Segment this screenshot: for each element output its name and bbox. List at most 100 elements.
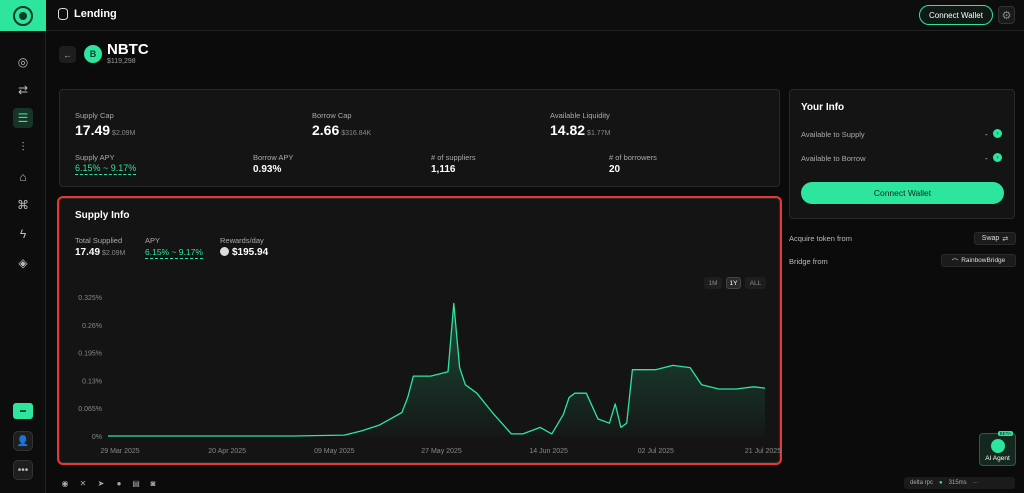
section-title-label: Lending <box>74 8 117 20</box>
user-icon[interactable]: 👤 <box>13 431 33 451</box>
compass-icon[interactable]: ◎ <box>13 52 33 72</box>
swap-button-label: Swap <box>981 235 1000 242</box>
data-point <box>736 388 737 389</box>
y-tick-label: 0.065% <box>78 406 102 413</box>
telegram-icon[interactable]: ➤ <box>96 478 106 488</box>
data-point <box>430 376 431 377</box>
supply-arrow-icon[interactable]: › <box>993 129 1002 138</box>
rainbow-bridge-button[interactable]: ⌒ RainbowBridge <box>941 254 1016 267</box>
data-point <box>718 388 719 389</box>
data-point <box>563 414 564 415</box>
app: Lending Connect Wallet ⚙ ◎ ⇄ ☰ ⫶ ⌂ ⌘ ϟ ◈… <box>0 0 1024 493</box>
rpc-label: delta rpc <box>910 480 934 486</box>
bridge-label: Bridge from <box>789 257 828 266</box>
chat-badge-icon[interactable]: ▬ <box>13 403 33 419</box>
ai-agent-button[interactable]: BETA AI Agent <box>979 431 1016 466</box>
lightning-icon[interactable]: ϟ <box>13 224 33 244</box>
data-point <box>459 367 460 368</box>
rpc-status-dot-icon: ● <box>939 480 943 486</box>
x-tick-label: 21 Jul 2025 <box>745 448 781 455</box>
y-tick-label: 0.13% <box>82 378 102 385</box>
data-point <box>643 369 644 370</box>
borrowers-label: # of borrowers <box>609 153 657 162</box>
available-supply-label: Available to Supply <box>801 130 865 139</box>
supply-cap-usd: $2.09M <box>112 130 136 137</box>
your-info-title: Your Info <box>801 102 845 113</box>
sliders-icon[interactable]: ⫶ <box>13 137 33 157</box>
liquidity-value: 14.82 $1.77M <box>550 122 610 138</box>
data-point <box>234 435 235 436</box>
liquidity-amount: 14.82 <box>550 122 586 138</box>
data-point <box>522 433 523 434</box>
data-point <box>107 435 108 436</box>
data-point <box>551 433 552 434</box>
x-tick-label: 20 Apr 2025 <box>208 448 246 455</box>
chart-icon[interactable]: ⌂ <box>13 167 33 187</box>
data-point <box>476 393 477 394</box>
discord-icon[interactable]: ◉ <box>60 478 70 488</box>
supply-cap-label: Supply Cap <box>75 111 114 120</box>
data-point <box>292 435 293 436</box>
medium-icon[interactable]: ● <box>114 478 124 488</box>
bridge-icon[interactable]: ⌘ <box>13 195 33 215</box>
supply-apy-value[interactable]: 6.15% ~ 9.17% <box>75 163 137 175</box>
x-tick-label: 09 May 2025 <box>314 448 355 455</box>
sidebar: ◎ ⇄ ☰ ⫶ ⌂ ⌘ ϟ ◈ ▬ 👤 ••• <box>0 31 46 493</box>
connect-wallet-button[interactable]: Connect Wallet <box>801 182 1004 204</box>
available-borrow-label: Available to Borrow <box>801 154 866 163</box>
rpc-status[interactable]: delta rpc ● 315ms ··· <box>904 477 1015 489</box>
available-borrow-value: - <box>985 154 988 163</box>
data-point <box>615 403 616 404</box>
data-point <box>390 418 391 419</box>
beta-badge: BETA <box>997 431 1013 436</box>
data-point <box>609 423 610 424</box>
diamond-icon[interactable]: ◈ <box>13 253 33 273</box>
y-tick-label: 0.26% <box>82 323 102 330</box>
rpc-latency: 315ms <box>948 480 967 486</box>
x-tick-label: 29 Mar 2025 <box>100 448 139 455</box>
ai-agent-label: AI Agent <box>985 455 1010 462</box>
swap-button[interactable]: Swap ⇄ <box>974 232 1016 245</box>
data-point <box>407 397 408 398</box>
liquidity-usd: $1.77M <box>587 130 611 137</box>
more-dots-icon[interactable]: ··· <box>973 480 979 486</box>
acquire-label: Acquire token from <box>789 234 852 243</box>
borrow-apy-value: 0.93% <box>253 164 282 175</box>
connect-wallet-top-button[interactable]: Connect Wallet <box>919 5 993 25</box>
x-tick-label: 27 May 2025 <box>421 448 462 455</box>
data-point <box>453 303 454 304</box>
borrow-cap-amount: 2.66 <box>312 122 340 138</box>
more-icon[interactable]: ••• <box>13 460 33 480</box>
x-tick-label: 14 Jun 2025 <box>529 448 568 455</box>
supply-apy-label: Supply APY <box>75 153 115 162</box>
supply-rate-area <box>108 303 765 436</box>
lending-icon[interactable]: ☰ <box>13 108 33 128</box>
data-point <box>568 397 569 398</box>
x-icon[interactable]: ✕ <box>78 478 88 488</box>
settings-button[interactable]: ⚙ <box>998 6 1015 24</box>
data-point <box>689 367 690 368</box>
data-point <box>447 371 448 372</box>
supply-cap-amount: 17.49 <box>75 122 111 138</box>
logo[interactable] <box>0 0 46 31</box>
book-icon[interactable]: ▤ <box>131 478 141 488</box>
data-point <box>574 393 575 394</box>
data-point <box>597 418 598 419</box>
data-point <box>632 369 633 370</box>
borrow-arrow-icon[interactable]: › <box>993 153 1002 162</box>
data-point <box>344 435 345 436</box>
rainbow-bridge-label: RainbowBridge <box>961 257 1006 264</box>
y-tick-label: 0.195% <box>78 351 102 358</box>
game-icon[interactable]: ◙ <box>148 478 158 488</box>
y-tick-label: 0% <box>92 434 102 441</box>
data-point <box>620 427 621 428</box>
back-button[interactable]: ← <box>59 46 76 63</box>
arrow-left-icon: ← <box>63 49 72 60</box>
asset-name: NBTC <box>107 41 149 58</box>
data-point <box>540 427 541 428</box>
asset-price: $119,298 <box>107 58 136 65</box>
database-icon <box>58 8 68 20</box>
top-bar: Lending Connect Wallet ⚙ <box>0 0 1024 31</box>
swap-icon[interactable]: ⇄ <box>13 80 33 100</box>
available-supply-value: - <box>985 130 988 139</box>
